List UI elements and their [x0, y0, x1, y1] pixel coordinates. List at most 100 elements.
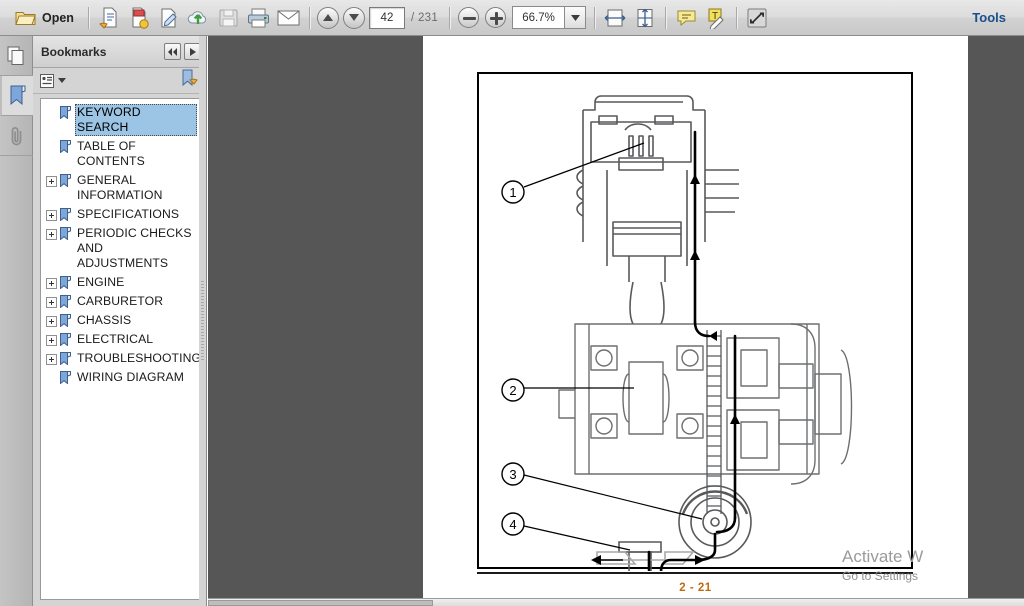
zoom-in-button[interactable] [485, 7, 507, 28]
bookmark-icon [60, 276, 71, 289]
bookmark-icon [10, 85, 25, 105]
next-page-button[interactable] [342, 6, 365, 29]
save-as-other-button[interactable] [94, 3, 124, 33]
bookmark-icon [60, 314, 71, 327]
horizontal-scrollbar-thumb[interactable] [208, 600, 433, 606]
expand-toggle-icon[interactable] [46, 354, 57, 365]
zoom-dropdown-button[interactable] [564, 6, 587, 29]
expand-toggle-icon[interactable] [46, 316, 57, 327]
page-number-input[interactable]: 42 [368, 6, 405, 29]
create-pdf-icon [132, 7, 149, 29]
fit-page-button[interactable] [630, 3, 660, 33]
bookmark-label: TABLE OF CONTENTS [77, 139, 145, 168]
save-button[interactable] [214, 3, 244, 33]
bookmark-icon [60, 106, 71, 119]
expand-toggle-icon[interactable] [46, 176, 57, 187]
bookmarks-panel-toolbar [33, 68, 206, 94]
open-button[interactable]: Open [6, 3, 83, 33]
navigation-rail [0, 36, 33, 606]
fullscreen-icon [747, 8, 767, 27]
save-as-other-icon [99, 7, 117, 29]
bookmark-item[interactable]: KEYWORD SEARCH [43, 103, 197, 137]
edit-pdf-icon [161, 8, 177, 27]
rail-item-attachments[interactable] [0, 116, 33, 156]
zoom-control[interactable]: 66.7% [512, 6, 587, 29]
chevron-down-icon [58, 78, 66, 83]
rail-item-page-thumbnails[interactable] [0, 36, 33, 76]
expand-toggle-icon[interactable] [46, 229, 57, 240]
svg-text:2: 2 [509, 383, 516, 398]
create-pdf-button[interactable] [124, 3, 154, 33]
options-menu-icon [40, 73, 54, 88]
bookmark-icon [60, 352, 71, 365]
bookmark-item[interactable]: WIRING DIAGRAM [43, 368, 197, 387]
bookmark-options-button[interactable] [40, 73, 66, 88]
horizontal-scrollbar[interactable] [208, 598, 1024, 606]
callout-3: 3 [501, 462, 703, 520]
bookmark-item[interactable]: ENGINE [43, 273, 197, 292]
bookmark-item[interactable]: PERIODIC CHECKS AND ADJUSTMENTS [43, 224, 197, 273]
bookmark-item[interactable]: GENERAL INFORMATION [43, 171, 197, 205]
fullscreen-button[interactable] [742, 3, 772, 33]
bookmark-icon [60, 333, 71, 346]
comment-button[interactable] [671, 3, 701, 33]
bookmark-label: SPECIFICATIONS [77, 207, 180, 221]
print-button[interactable] [244, 3, 274, 33]
diagram-frame: 1 2 3 4 [477, 72, 913, 571]
bookmark-icon [60, 295, 71, 308]
highlight-text-button[interactable]: T [701, 3, 731, 33]
rail-item-bookmarks[interactable] [0, 76, 33, 116]
toolbar-separator [449, 6, 451, 29]
panel-splitter[interactable] [199, 36, 206, 606]
toolbar-separator [594, 6, 596, 29]
zoom-out-button[interactable] [458, 7, 480, 28]
paperclip-icon [11, 126, 21, 145]
previous-page-button[interactable] [316, 6, 339, 29]
bookmark-item[interactable]: TABLE OF CONTENTS [43, 137, 197, 171]
expand-toggle-icon[interactable] [46, 278, 57, 289]
bookmarks-panel-header: Bookmarks [33, 36, 206, 68]
bookmarks-tree-container[interactable]: KEYWORD SEARCH TABLE OF CONTENTS GENERAL I… [40, 98, 200, 600]
main-toolbar: Open 42 / 231 66.7% T Tools [0, 0, 1024, 36]
bookmark-label: WIRING DIAGRAM [77, 370, 185, 384]
svg-text:4: 4 [509, 517, 516, 532]
email-button[interactable] [274, 3, 304, 33]
toolbar-separator [665, 6, 667, 29]
bookmark-label: KEYWORD SEARCH [75, 104, 197, 136]
tools-button[interactable]: Tools [972, 10, 1006, 25]
expand-icon [189, 47, 196, 56]
document-viewport[interactable]: 1 2 3 4 2 - 21 Activate W Go to Settings [208, 36, 1024, 606]
new-bookmark-button[interactable] [181, 69, 199, 92]
bookmark-icon [60, 140, 71, 153]
comment-icon [677, 10, 696, 26]
bookmarks-panel: Bookmarks KEYWORD SEARCH TABLE OF CONTEN… [33, 36, 207, 606]
callout-4: 4 [501, 512, 631, 551]
pages-icon [7, 46, 24, 65]
page-total-label: / 231 [410, 11, 439, 24]
splitter-grip [201, 281, 204, 361]
panel-title: Bookmarks [41, 44, 107, 59]
fit-width-button[interactable] [600, 3, 630, 33]
edit-pdf-button[interactable] [154, 3, 184, 33]
collapse-all-button[interactable] [164, 43, 181, 60]
save-icon [219, 9, 238, 26]
expand-toggle-icon[interactable] [46, 335, 57, 346]
fit-width-icon [604, 9, 626, 26]
bookmark-item[interactable]: CHASSIS [43, 311, 197, 330]
new-bookmark-icon [182, 69, 198, 87]
bookmark-item[interactable]: TROUBLESHOOTING [43, 349, 200, 368]
bookmark-label: CHASSIS [77, 313, 132, 327]
bookmark-item[interactable]: CARBURETOR [43, 292, 197, 311]
zoom-value[interactable]: 66.7% [512, 6, 565, 29]
open-button-label: Open [42, 10, 74, 25]
bookmark-label: TROUBLESHOOTING [77, 351, 200, 365]
upload-cloud-button[interactable] [184, 3, 214, 33]
expand-toggle-icon[interactable] [46, 210, 57, 221]
fit-page-icon [637, 8, 653, 27]
toolbar-separator [736, 6, 738, 29]
svg-text:3: 3 [509, 467, 516, 482]
expand-toggle-icon[interactable] [46, 297, 57, 308]
bookmark-item[interactable]: SPECIFICATIONS [43, 205, 197, 224]
collapse-all-icon [168, 47, 177, 56]
bookmark-item[interactable]: ELECTRICAL [43, 330, 197, 349]
